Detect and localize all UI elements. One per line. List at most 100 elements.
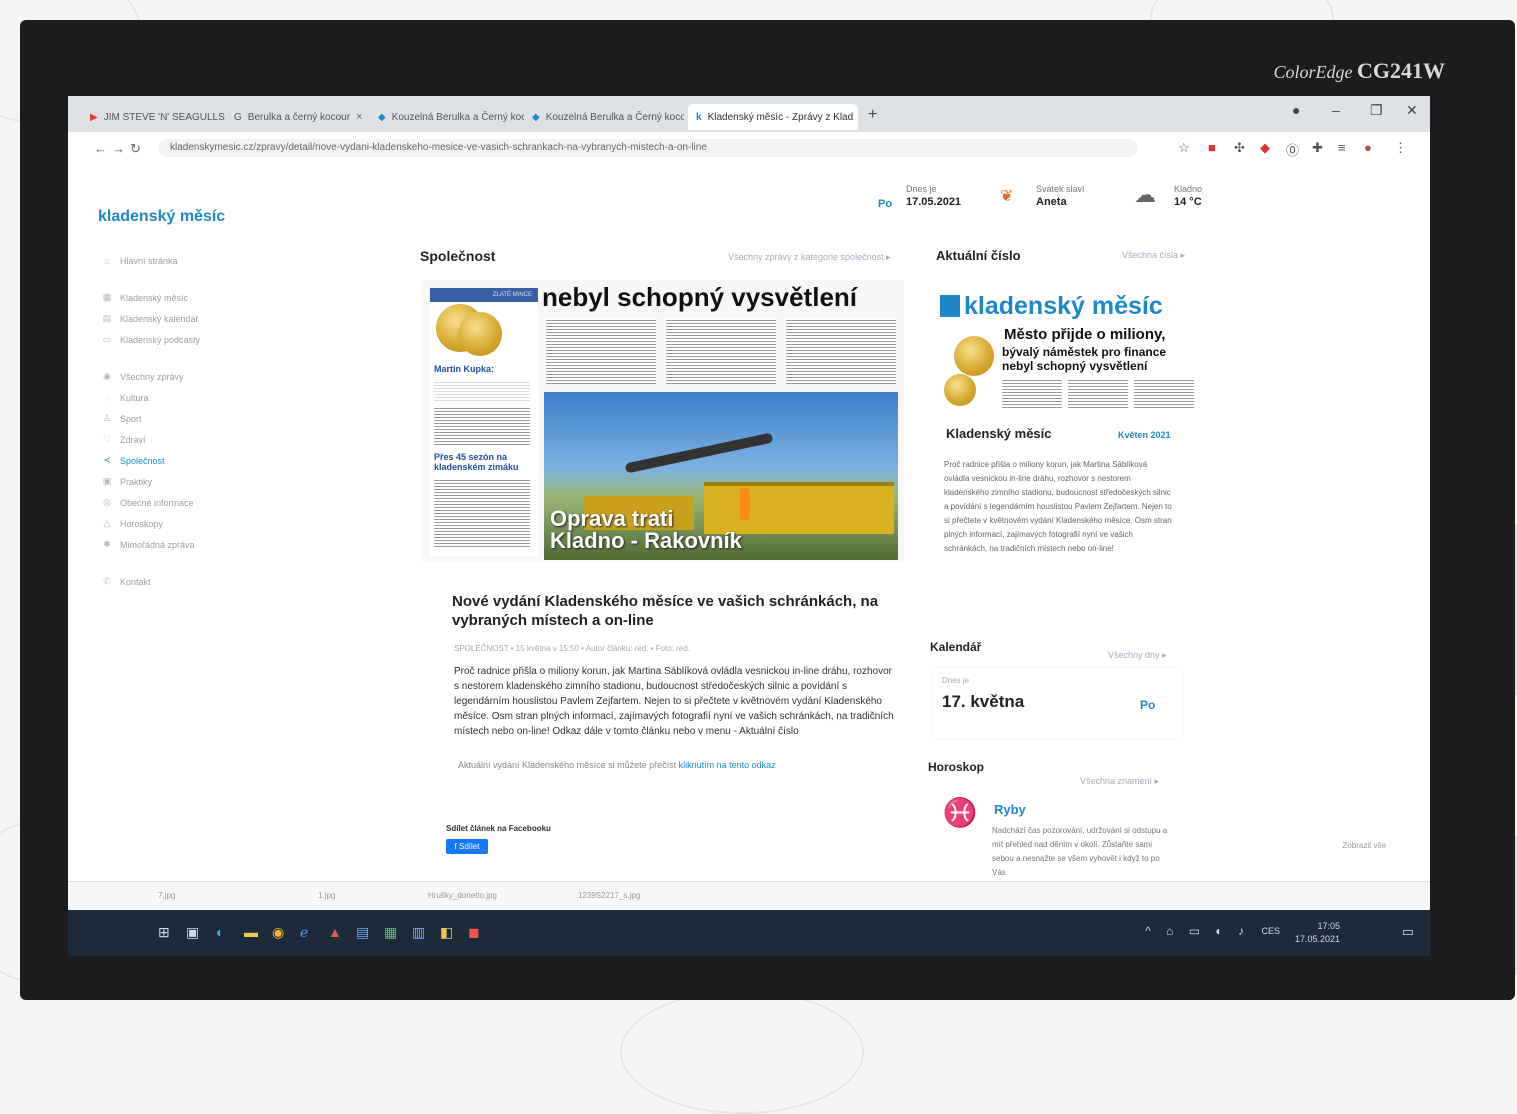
- acrobat-icon[interactable]: ▲: [328, 924, 342, 940]
- sidebar-item-vsechny-zpravy[interactable]: ◉ Všechny zprávy: [102, 366, 302, 387]
- magazine-image[interactable]: ZLATÉ MINCE Martin Kupka: Přes 45 sezón …: [422, 280, 904, 562]
- sidebar-item-mimoradna-zprava[interactable]: ✱ Mimořádná zpráva: [102, 534, 302, 555]
- horoscope-link[interactable]: Všechna znamení ▸: [1080, 776, 1159, 787]
- extension-icon[interactable]: ✣: [1234, 140, 1245, 156]
- reload-icon[interactable]: ↻: [130, 141, 141, 157]
- gold-coin-image: [944, 374, 976, 406]
- download-item[interactable]: 7.jpg: [158, 891, 175, 900]
- home-icon: ⌂: [104, 255, 110, 266]
- article-meta: SPOLEČNOST • 15 května v 15:50 • Autor č…: [454, 644, 690, 653]
- chrome-icon[interactable]: ◉: [272, 924, 284, 941]
- site-logo[interactable]: kladenský měsíc: [98, 208, 225, 226]
- sidebar-item-kalendar[interactable]: ▤ Kladenský kalendář: [102, 308, 302, 329]
- nameday-info: Svátek slaví Aneta: [1036, 184, 1085, 208]
- pisces-icon: ♓: [942, 797, 978, 828]
- grid-icon: ▦: [102, 292, 112, 302]
- monitor-brand: ColorEdge CG241W: [1273, 58, 1446, 83]
- rain-cloud-icon: ☁: [1134, 182, 1156, 207]
- sidebar-item-praktiky[interactable]: ▣ Praktiky: [102, 471, 302, 492]
- sidebar-item-home[interactable]: ⌂ Hlavní stránka: [102, 250, 302, 271]
- notification-icon[interactable]: ▭: [1402, 924, 1414, 940]
- tips-icon: ▣: [102, 476, 112, 486]
- download-item[interactable]: Hrušky_donetto.jpg: [428, 891, 497, 900]
- extension-icon[interactable]: ⓪: [1286, 140, 1299, 159]
- background-swirl: [620, 990, 864, 1114]
- app-icon[interactable]: ◧: [440, 924, 453, 941]
- weather-info: Kladno 14 °C: [1174, 184, 1203, 208]
- sidebar-item-sport[interactable]: ♙ Sport: [102, 408, 302, 429]
- minimize-icon[interactable]: –: [1332, 102, 1340, 118]
- tab-3[interactable]: ◆Kouzelná Berulka a Černý kocour×: [370, 104, 524, 130]
- cover-headline-2: bývalý náměstek pro finance: [1002, 345, 1167, 359]
- magazine-side-headline: Přes 45 sezón na kladenském zimáku: [434, 452, 519, 472]
- sport-icon: ♙: [102, 413, 112, 423]
- sidebar-item-kontakt[interactable]: ✆ Kontakt: [102, 571, 302, 592]
- issue-card-date: Květen 2021: [1118, 430, 1171, 440]
- download-item[interactable]: 1239S2217_s.jpg: [578, 891, 640, 900]
- section-title: Společnost: [420, 248, 496, 264]
- horoscope-icon: △: [103, 518, 111, 528]
- calendar-link[interactable]: Všechny dny ▸: [1108, 650, 1167, 661]
- pdf-icon[interactable]: ■: [1208, 140, 1216, 155]
- star-icon[interactable]: ☆: [1178, 140, 1190, 156]
- url-input[interactable]: kladenskymesic.cz/zpravy/detail/nove-vyd…: [158, 139, 1138, 157]
- sidebar-item-kultura[interactable]: ◌ Kultura: [102, 387, 302, 408]
- download-item[interactable]: 1.jpg: [318, 891, 335, 900]
- issue-link[interactable]: kliknutím na tento odkaz: [679, 760, 776, 770]
- app-icon[interactable]: ◼: [468, 924, 480, 941]
- sidebar-item-spolecnost[interactable]: ≺ Společnost: [102, 450, 302, 471]
- tab-2[interactable]: G Berulka a černý kocour ×: [226, 104, 370, 130]
- app-icon[interactable]: ▤: [356, 924, 369, 941]
- menu-icon[interactable]: ⋮: [1394, 140, 1407, 156]
- close-icon[interactable]: ×: [356, 111, 362, 123]
- new-tab-button[interactable]: +: [868, 106, 877, 124]
- tab-1[interactable]: ▶JIM STEVE 'N' SEAGULLS×: [82, 104, 226, 130]
- system-tray-icons[interactable]: ^ ⌂ ▭ ◐ ♪: [1145, 924, 1250, 938]
- magazine-text: [786, 318, 896, 384]
- app-icon[interactable]: ▦: [384, 924, 397, 941]
- magazine-text: [666, 318, 776, 384]
- issue-card-title: Kladenský měsíc: [946, 426, 1052, 441]
- share-icon: ≺: [103, 455, 111, 465]
- magazine-name: Martin Kupka:: [434, 364, 495, 374]
- issue-cover[interactable]: kladenský měsíc Město přijde o miliony, …: [934, 292, 1200, 412]
- app-icon[interactable]: ▥: [412, 924, 425, 941]
- back-icon[interactable]: ←: [94, 141, 107, 156]
- web-page: kladenský měsíc Po Dnes je 17.05.2021 ❦ …: [68, 164, 1430, 910]
- section-link[interactable]: Všechny zprávy z kategorie společnost ▸: [728, 252, 891, 263]
- photo-caption: Oprava trati Kladno - Rakovník: [550, 506, 742, 553]
- edge-icon[interactable]: ◐: [216, 924, 224, 940]
- show-all-downloads[interactable]: Zobrazit vše: [1342, 841, 1386, 850]
- calendar-card[interactable]: Dnes je 17. května Po: [932, 668, 1182, 738]
- google-icon: G: [234, 111, 242, 123]
- maximize-icon[interactable]: ❐: [1370, 102, 1383, 119]
- facebook-share-button[interactable]: f Sdílet: [446, 839, 488, 854]
- forward-icon[interactable]: →: [112, 141, 125, 156]
- folder-icon[interactable]: ▬: [244, 924, 258, 940]
- sidebar-item-podcasty[interactable]: ▭ Kladenský podcasty: [102, 329, 302, 350]
- close-window-icon[interactable]: ✕: [1406, 102, 1418, 119]
- horoscope-sign[interactable]: Ryby: [994, 802, 1026, 817]
- puzzle-icon[interactable]: ✚: [1312, 140, 1323, 156]
- calendar-icon: ▤: [102, 313, 112, 323]
- extension-icon[interactable]: ◆: [1260, 140, 1270, 156]
- tab-bar: ▶JIM STEVE 'N' SEAGULLS× GBerulka a čern…: [68, 96, 1430, 132]
- tab-active[interactable]: kKladenský měsíc - Zprávy z Klad×: [688, 104, 858, 130]
- sidebar-item-kladensky-mesic[interactable]: ▦ Kladenský měsíc: [102, 287, 302, 308]
- ie-icon[interactable]: ℯ: [300, 924, 308, 941]
- gold-coin-image: [458, 312, 502, 356]
- windows-start-icon[interactable]: ⊞: [158, 924, 170, 941]
- sidebar-item-horoskopy[interactable]: △ Horoskopy: [102, 513, 302, 534]
- sidebar-item-zdravi[interactable]: ♡ Zdraví: [102, 429, 302, 450]
- article-title: Nové vydání Kladenského měsíce ve vašich…: [452, 593, 879, 629]
- task-view-icon[interactable]: ▣: [186, 924, 199, 941]
- avatar[interactable]: ●: [1364, 140, 1372, 155]
- share-label: Sdílet článek na Facebooku: [446, 824, 551, 833]
- record-icon[interactable]: ●: [1292, 102, 1300, 118]
- issue-link-all[interactable]: Všechna čísla ▸: [1122, 250, 1185, 261]
- tab-4[interactable]: ◆Kouzelná Berulka a Černý kocour×: [524, 104, 684, 130]
- reading-list-icon[interactable]: ≡: [1338, 140, 1346, 155]
- sidebar-item-obecne-informace[interactable]: ◎ Obecné informace: [102, 492, 302, 513]
- clock[interactable]: 17:05 17.05.2021: [1295, 920, 1340, 946]
- language-indicator[interactable]: CES: [1261, 926, 1280, 936]
